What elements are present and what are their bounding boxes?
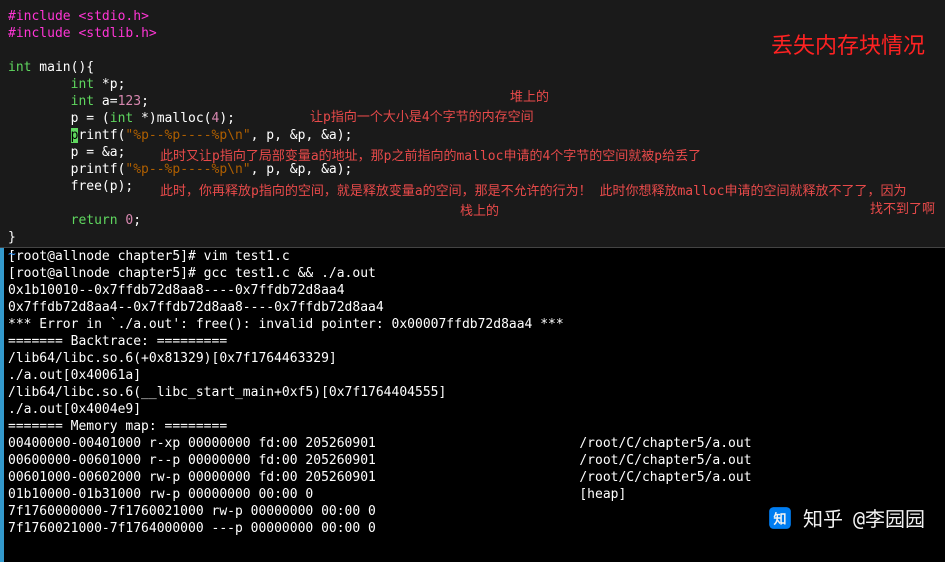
string: "%p--%p----%p\n"	[125, 162, 250, 177]
code-editor: 丢失内存块情况 #include <stdio.h> #include <std…	[0, 0, 945, 248]
code-line: printf("%p--%p----%p\n", p, &p, &a);	[8, 127, 937, 144]
terminal-output: [root@allnode chapter5]# vim test1.c [ro…	[0, 248, 945, 537]
code-text: rintf(	[78, 128, 125, 143]
vim-tilde: ~	[8, 246, 937, 263]
number: 0	[118, 213, 134, 228]
terminal-line: 00600000-00601000 r--p 00000000 fd:00 20…	[8, 452, 937, 469]
preprocessor: #include	[8, 26, 71, 41]
annotation-heap: 堆上的	[510, 86, 549, 105]
keyword: int	[110, 111, 133, 126]
keyword: return	[71, 213, 118, 228]
string: "%p--%p----%p\n"	[125, 128, 250, 143]
code-text: *p;	[94, 77, 125, 92]
watermark: 知 知乎 @李园园	[767, 503, 925, 532]
include-path: <stdlib.h>	[71, 26, 157, 41]
code-line: int *p;	[8, 76, 937, 93]
title: 丢失内存块情况	[771, 28, 925, 60]
terminal-line: /lib64/libc.so.6(__libc_start_main+0xf5)…	[8, 384, 937, 401]
terminal-line: /lib64/libc.so.6(+0x81329)[0x7f176446332…	[8, 350, 937, 367]
include-path: <stdio.h>	[71, 9, 149, 24]
keyword: int	[71, 94, 94, 109]
code-text: );	[219, 111, 235, 126]
terminal-line: 0x7ffdb72d8aa4--0x7ffdb72d8aa8----0x7ffd…	[8, 299, 937, 316]
keyword: int	[8, 60, 31, 75]
watermark-brand: 知乎	[803, 503, 843, 532]
code-text: p = (	[8, 111, 110, 126]
code-line: int main(){	[8, 59, 937, 76]
code-text: , p, &p, &a);	[251, 128, 353, 143]
terminal-line: 00400000-00401000 r-xp 00000000 fd:00 20…	[8, 435, 937, 452]
terminal-line: ./a.out[0x4004e9]	[8, 401, 937, 418]
code-text: , p, &p, &a);	[251, 162, 353, 177]
terminal-line: [root@allnode chapter5]# gcc test1.c && …	[8, 265, 937, 282]
code-line: }	[8, 229, 937, 246]
terminal-line: 00601000-00602000 rw-p 00000000 fd:00 20…	[8, 469, 937, 486]
code-text: ;	[141, 94, 149, 109]
code-text: main(){	[31, 60, 94, 75]
annotation-3: 此时，你再释放p指向的空间，就是释放变量a的空间，那是不允许的行为！ 此时你想释…	[160, 180, 906, 199]
terminal-line: ======= Memory map: ========	[8, 418, 937, 435]
code-text: ;	[133, 213, 141, 228]
watermark-author: @李园园	[853, 503, 925, 532]
annotation-2: 此时又让p指向了局部变量a的地址，那p之前指向的malloc申请的4个字节的空间…	[160, 145, 701, 164]
terminal-line: ======= Backtrace: =========	[8, 333, 937, 350]
number: 123	[118, 94, 141, 109]
annotation-4: 找不到了啊	[870, 198, 935, 217]
terminal-line: 0x1b10010--0x7ffdb72d8aa8----0x7ffdb72d8…	[8, 282, 937, 299]
keyword: int	[71, 77, 94, 92]
code-text: a=	[94, 94, 117, 109]
svg-text:知: 知	[773, 511, 786, 527]
terminal-line: 01b10000-01b31000 rw-p 00000000 00:00 0 …	[8, 486, 937, 503]
annotation-1: 让p指向一个大小是4个字节的内存空间	[310, 106, 534, 125]
zhihu-logo-icon: 知	[767, 505, 793, 531]
preprocessor: #include	[8, 9, 71, 24]
code-line: #include <stdio.h>	[8, 8, 937, 25]
code-text: printf(	[8, 162, 125, 177]
terminal-line: ./a.out[0x40061a]	[8, 367, 937, 384]
annotation-stack: 栈上的	[460, 200, 499, 219]
code-text: *)malloc(	[133, 111, 211, 126]
terminal-line: *** Error in `./a.out': free(): invalid …	[8, 316, 937, 333]
